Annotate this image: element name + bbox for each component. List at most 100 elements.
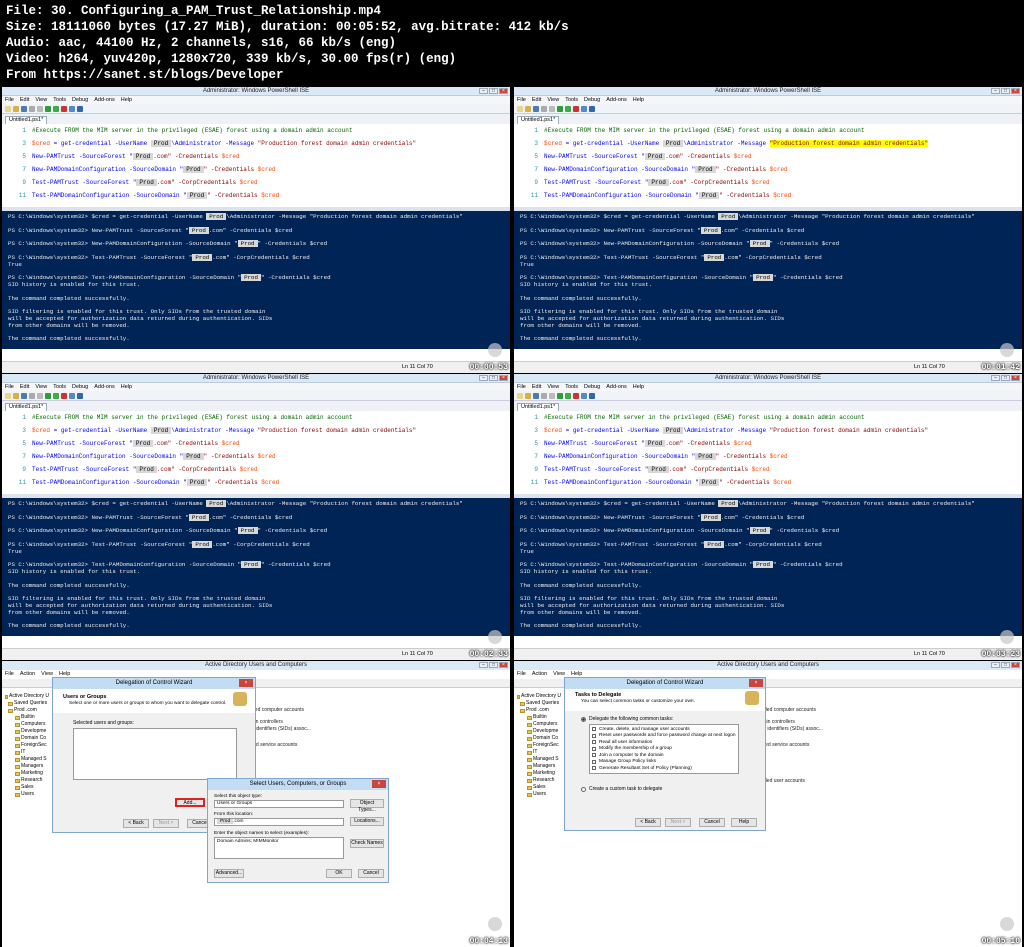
- close-button[interactable]: ×: [1011, 88, 1020, 94]
- tree-node[interactable]: IT: [5, 749, 49, 756]
- copy-icon[interactable]: [37, 105, 43, 112]
- advanced-button[interactable]: Advanced...: [214, 869, 244, 878]
- minimize-button[interactable]: –: [479, 375, 488, 381]
- tree-node[interactable]: Prod .com: [517, 707, 561, 714]
- menu-debug[interactable]: Debug: [72, 383, 88, 391]
- menu-help[interactable]: Help: [633, 383, 644, 391]
- tree-node[interactable]: Builtin: [5, 714, 49, 721]
- maximize-button[interactable]: □: [1001, 375, 1010, 381]
- menu-tools[interactable]: Tools: [565, 383, 578, 391]
- locations-button[interactable]: Locations...: [350, 817, 384, 826]
- tree-node[interactable]: Marketing: [517, 770, 561, 777]
- tree-node[interactable]: Managers: [5, 763, 49, 770]
- tree-node[interactable]: ForeignSec: [517, 742, 561, 749]
- cut-icon[interactable]: [541, 392, 547, 399]
- back-button[interactable]: < Back: [123, 819, 149, 828]
- run-icon[interactable]: [45, 105, 51, 112]
- run-selection-icon[interactable]: [53, 105, 59, 112]
- ok-button[interactable]: OK: [326, 869, 352, 878]
- close-button[interactable]: ×: [499, 375, 508, 381]
- powershell-icon[interactable]: [77, 105, 83, 112]
- maximize-button[interactable]: □: [489, 375, 498, 381]
- menu-view[interactable]: View: [547, 96, 559, 104]
- menu-debug[interactable]: Debug: [584, 383, 600, 391]
- menu-debug[interactable]: Debug: [584, 96, 600, 104]
- tree-node[interactable]: Research: [5, 777, 49, 784]
- menu-file[interactable]: File: [5, 670, 14, 679]
- save-icon[interactable]: [21, 392, 27, 399]
- tree-node[interactable]: Managed S: [5, 756, 49, 763]
- console-pane[interactable]: PS C:\Windows\system32> $cred = get-cred…: [514, 498, 1022, 636]
- menu-help[interactable]: Help: [121, 96, 132, 104]
- cut-icon[interactable]: [29, 392, 35, 399]
- run-selection-icon[interactable]: [53, 392, 59, 399]
- stop-icon[interactable]: [61, 105, 67, 112]
- stop-icon[interactable]: [61, 392, 67, 399]
- tree-node[interactable]: ForeignSec: [5, 742, 49, 749]
- close-button[interactable]: ×: [239, 679, 253, 687]
- menu-file[interactable]: File: [517, 96, 526, 104]
- tree-node[interactable]: Developme: [517, 728, 561, 735]
- run-icon[interactable]: [557, 392, 563, 399]
- tab-untitled1[interactable]: Untitled1.ps1*: [5, 403, 48, 411]
- remote-icon[interactable]: [69, 105, 75, 112]
- save-icon[interactable]: [21, 105, 27, 112]
- tree-node[interactable]: Domain Co: [517, 735, 561, 742]
- menu-file[interactable]: File: [5, 383, 14, 391]
- remote-icon[interactable]: [581, 105, 587, 112]
- menu-tools[interactable]: Tools: [565, 96, 578, 104]
- run-icon[interactable]: [45, 392, 51, 399]
- powershell-icon[interactable]: [77, 392, 83, 399]
- menu-view[interactable]: View: [35, 383, 47, 391]
- menu-debug[interactable]: Debug: [72, 96, 88, 104]
- menu-addons[interactable]: Add-ons: [94, 383, 115, 391]
- tree-node[interactable]: Developme: [5, 728, 49, 735]
- tree-node[interactable]: Computers: [517, 721, 561, 728]
- close-button[interactable]: ×: [499, 662, 508, 668]
- console-pane[interactable]: PS C:\Windows\system32> $cred = get-cred…: [514, 211, 1022, 349]
- cut-icon[interactable]: [541, 105, 547, 112]
- open-icon[interactable]: [13, 392, 19, 399]
- tree-node[interactable]: Active Directory U: [5, 693, 49, 700]
- tab-untitled1[interactable]: Untitled1.ps1*: [5, 116, 48, 124]
- add-button[interactable]: Add...: [175, 798, 205, 807]
- copy-icon[interactable]: [549, 105, 555, 112]
- menu-view[interactable]: View: [547, 383, 559, 391]
- tree-node[interactable]: Sales: [517, 784, 561, 791]
- new-icon[interactable]: [5, 392, 11, 399]
- save-icon[interactable]: [533, 392, 539, 399]
- menu-view[interactable]: View: [35, 96, 47, 104]
- tree-node[interactable]: Sales: [5, 784, 49, 791]
- menu-edit[interactable]: Edit: [532, 383, 541, 391]
- help-button[interactable]: Help: [731, 818, 757, 827]
- open-icon[interactable]: [13, 105, 19, 112]
- close-button[interactable]: ×: [1011, 662, 1020, 668]
- tree-node[interactable]: Builtin: [517, 714, 561, 721]
- menu-edit[interactable]: Edit: [532, 96, 541, 104]
- object-types-button[interactable]: Object Types...: [350, 799, 384, 813]
- tree-node[interactable]: Managed S: [517, 756, 561, 763]
- tree-node[interactable]: Saved Queries: [5, 700, 49, 707]
- close-button[interactable]: ×: [499, 88, 508, 94]
- selected-users-list[interactable]: [73, 728, 237, 780]
- menu-file[interactable]: File: [5, 96, 14, 104]
- copy-icon[interactable]: [37, 392, 43, 399]
- back-button[interactable]: < Back: [635, 818, 661, 827]
- tree-node[interactable]: Active Directory U: [517, 693, 561, 700]
- tree-node[interactable]: IT: [517, 749, 561, 756]
- minimize-button[interactable]: –: [479, 88, 488, 94]
- tree-node[interactable]: Marketing: [5, 770, 49, 777]
- cancel-button[interactable]: Cancel: [699, 818, 725, 827]
- new-icon[interactable]: [517, 392, 523, 399]
- tree-node[interactable]: Managers: [517, 763, 561, 770]
- menu-file[interactable]: File: [517, 383, 526, 391]
- tree-node[interactable]: Users: [5, 791, 49, 798]
- tree-node[interactable]: Prod .com: [5, 707, 49, 714]
- tree-node[interactable]: Research: [517, 777, 561, 784]
- close-button[interactable]: ×: [372, 780, 386, 788]
- open-icon[interactable]: [525, 105, 531, 112]
- next-button[interactable]: Next >: [153, 819, 179, 828]
- maximize-button[interactable]: □: [489, 88, 498, 94]
- radio-custom-task[interactable]: Create a custom task to delegate: [581, 786, 662, 792]
- menu-help[interactable]: Help: [633, 96, 644, 104]
